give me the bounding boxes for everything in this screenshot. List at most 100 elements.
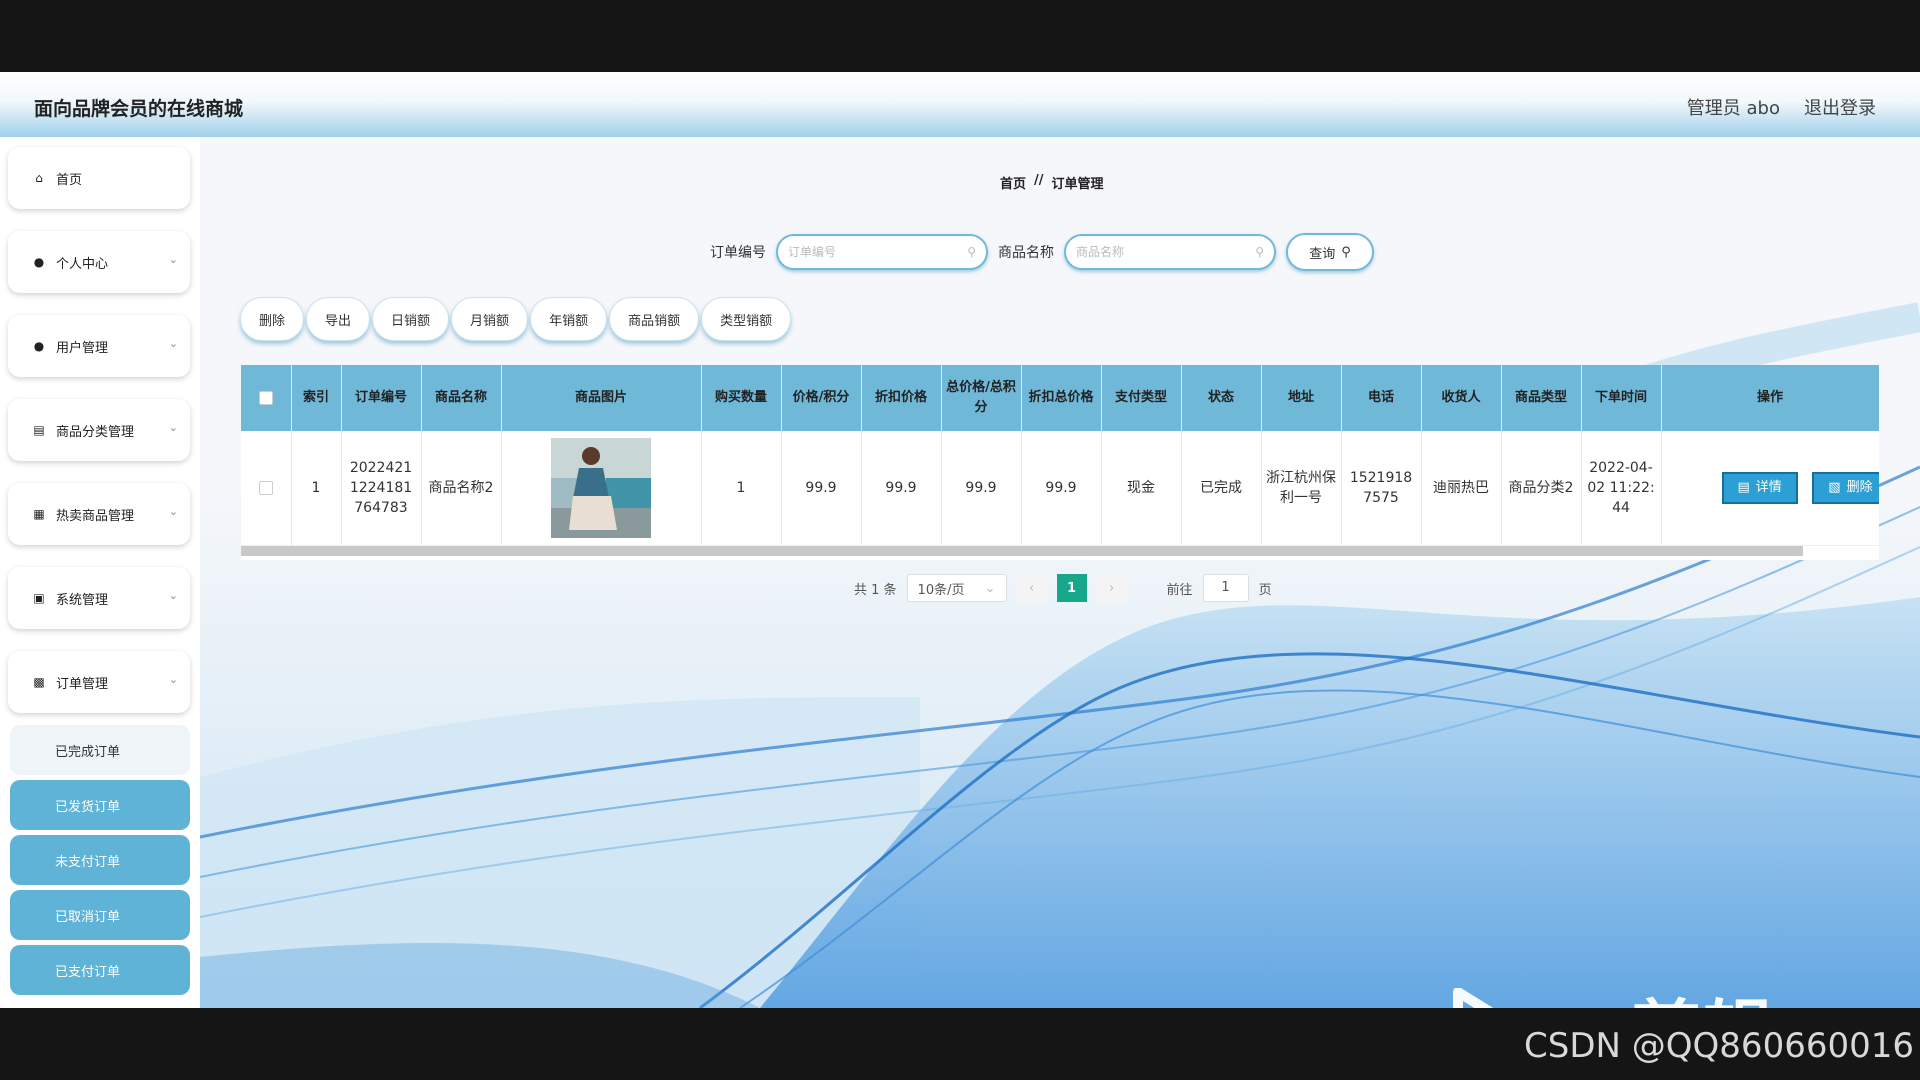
product-name-input[interactable] (1076, 245, 1256, 259)
product-type-cell: 商品分类2 (1501, 431, 1582, 546)
site-title: 面向品牌会员的在线商城 (34, 98, 244, 120)
detail-button[interactable]: ▤ 详情 (1721, 471, 1798, 504)
status-cell: 已完成 (1181, 431, 1262, 546)
logout-link[interactable]: 退出登录 (1804, 94, 1876, 120)
chevron-down-icon: ⌄ (168, 589, 178, 602)
discount-total-cell: 99.9 (1021, 431, 1102, 546)
sidebar-item-personal-center[interactable]: ● 个人中心 ⌄ (8, 231, 190, 293)
sidebar-item-home[interactable]: ⌂ 首页 (8, 147, 190, 209)
order-no-field[interactable]: ⚲ (776, 234, 988, 270)
orders-table: 索引 订单编号 商品名称 商品图片 购买数量 价格/积分 折扣价格 总价格/总积… (241, 365, 1879, 560)
sidebar-item-user-management[interactable]: ● 用户管理 ⌄ (8, 315, 190, 377)
delete-button[interactable]: 删除 (240, 297, 305, 341)
column-header: 商品名称 (421, 365, 502, 431)
select-all-checkbox[interactable] (258, 390, 273, 405)
daily-sales-button[interactable]: 日销额 (372, 297, 450, 341)
chevron-down-icon: ⌄ (168, 253, 178, 266)
product-image-cell (501, 431, 702, 546)
page-number-current[interactable]: 1 (1056, 574, 1087, 602)
submenu-shipped-orders[interactable]: 已发货订单 (10, 780, 190, 830)
order-icon: ▩ (33, 675, 45, 689)
search-icon: ⚲ (1341, 244, 1351, 260)
product-sales-button[interactable]: 商品销额 (609, 297, 700, 341)
sidebar-item-label: 热卖商品管理 (56, 508, 135, 524)
submenu-unpaid-orders[interactable]: 未支付订单 (10, 835, 190, 885)
watermark-text: ev剪辑 (1534, 977, 1775, 1008)
breadcrumb-home[interactable]: 首页 (1000, 173, 1026, 192)
sidebar-item-system-management[interactable]: ▣ 系统管理 ⌄ (8, 567, 190, 629)
next-page-button[interactable]: › (1096, 574, 1127, 602)
detail-button-label: 详情 (1755, 479, 1782, 495)
sidebar: ⌂ 首页 ● 个人中心 ⌄ ● 用户管理 ⌄ ▤ 商品分类管理 ⌄ ▦ 热卖商品… (0, 137, 200, 1008)
column-header: 订单编号 (341, 365, 422, 431)
app-window: 面向品牌会员的在线商城 管理员 abo 退出登录 ⌂ 首页 ● 个人中心 ⌄ ●… (0, 72, 1920, 1008)
sidebar-item-hot-products[interactable]: ▦ 热卖商品管理 ⌄ (8, 483, 190, 545)
select-all-header (241, 365, 292, 431)
quantity-cell: 1 (701, 431, 782, 546)
breadcrumb-current: 订单管理 (1051, 177, 1104, 192)
order-no-input[interactable] (788, 245, 968, 259)
discount-price-cell: 99.9 (861, 431, 942, 546)
sidebar-item-order-management[interactable]: ▩ 订单管理 ⌄ (8, 651, 190, 713)
horizontal-scrollbar[interactable] (241, 546, 1803, 556)
category-icon: ▤ (33, 423, 45, 437)
submenu-paid-orders[interactable]: 已支付订单 (10, 945, 190, 995)
column-header: 折扣价格 (861, 365, 942, 431)
page-size-select[interactable]: 10条/页 ⌄ (906, 574, 1007, 602)
column-header: 总价格/总积分 (941, 365, 1022, 431)
chevron-down-icon: ⌄ (984, 580, 996, 596)
export-button[interactable]: 导出 (306, 297, 371, 341)
submenu-cancelled-orders[interactable]: 已取消订单 (10, 890, 190, 940)
sidebar-item-label: 商品分类管理 (56, 424, 135, 440)
phone-cell: 15219187575 (1341, 431, 1422, 546)
sidebar-item-label: 个人中心 (56, 256, 109, 272)
column-header: 下单时间 (1581, 365, 1662, 431)
sidebar-item-category-management[interactable]: ▤ 商品分类管理 ⌄ (8, 399, 190, 461)
top-bar: 面向品牌会员的在线商城 管理员 abo 退出登录 (0, 72, 1920, 137)
type-sales-button[interactable]: 类型销额 (701, 297, 792, 341)
chevron-down-icon: ⌄ (168, 505, 178, 518)
play-logo-icon (1453, 987, 1495, 1008)
column-header: 地址 (1261, 365, 1342, 431)
total-count: 共 1 条 (854, 582, 897, 598)
column-header: 收货人 (1421, 365, 1502, 431)
grid-icon: ▦ (33, 507, 45, 521)
chevron-down-icon: ⌄ (168, 421, 178, 434)
column-header: 操作 (1661, 365, 1879, 431)
column-header: 商品类型 (1501, 365, 1582, 431)
order-time-cell: 2022-04-02 11:22:44 (1581, 431, 1662, 546)
user-icon: ● (33, 339, 45, 353)
table-row: 1 20224211224181764783 商品名称2 1 99.9 99.9… (241, 431, 1879, 546)
user-area: 管理员 abo 退出登录 (1687, 94, 1876, 120)
column-header: 购买数量 (701, 365, 782, 431)
column-header: 支付类型 (1101, 365, 1182, 431)
monthly-sales-button[interactable]: 月销额 (451, 297, 529, 341)
chevron-down-icon: ⌄ (168, 337, 178, 350)
product-image[interactable] (551, 437, 651, 538)
home-icon: ⌂ (35, 171, 43, 185)
main-content: 首页 // 订单管理 订单编号 ⚲ 商品名称 ⚲ 查询 ⚲ 删除 导出 日销额 (200, 137, 1920, 1008)
row-select-cell (241, 431, 292, 546)
query-button[interactable]: 查询 ⚲ (1286, 233, 1374, 271)
action-toolbar: 删除 导出 日销额 月销额 年销额 商品销额 类型销额 (240, 297, 792, 341)
submenu-completed-orders[interactable]: 已完成订单 (10, 725, 190, 775)
sidebar-item-label: 用户管理 (56, 340, 109, 356)
receiver-cell: 迪丽热巴 (1421, 431, 1502, 546)
column-header: 电话 (1341, 365, 1422, 431)
admin-user-label[interactable]: 管理员 abo (1687, 94, 1780, 120)
sidebar-item-label: 系统管理 (56, 592, 109, 608)
prev-page-button[interactable]: ‹ (1016, 574, 1047, 602)
row-delete-button[interactable]: ▧ 删除 (1812, 471, 1879, 504)
document-icon: ▤ (1737, 479, 1750, 495)
product-name-field[interactable]: ⚲ (1064, 234, 1276, 270)
pagination: 共 1 条 10条/页 ⌄ ‹ 1 › 前往 1 页 (854, 574, 1272, 602)
product-name-cell: 商品名称2 (421, 431, 502, 546)
index-cell: 1 (291, 431, 342, 546)
total-price-cell: 99.9 (941, 431, 1022, 546)
row-checkbox[interactable] (258, 480, 273, 495)
yearly-sales-button[interactable]: 年销额 (530, 297, 608, 341)
breadcrumb: 首页 // 订单管理 (1000, 173, 1104, 192)
search-icon: ⚲ (967, 245, 976, 259)
goto-page-input[interactable]: 1 (1202, 574, 1249, 602)
column-header: 商品图片 (501, 365, 702, 431)
